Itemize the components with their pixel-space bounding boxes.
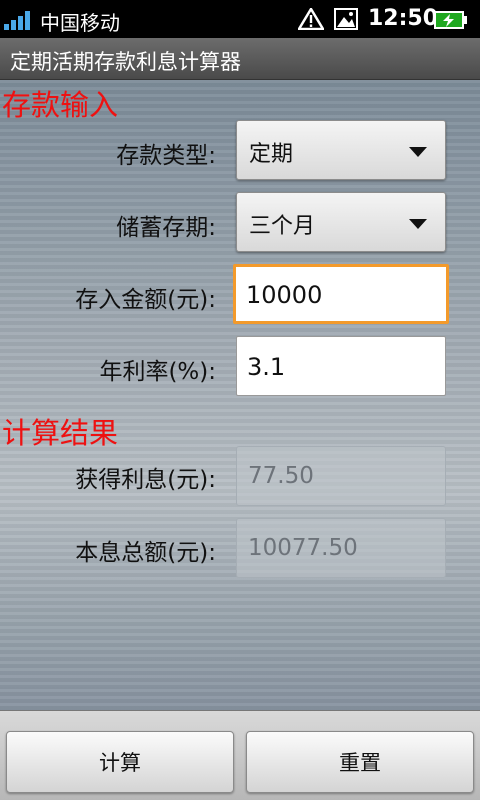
deposit-type-select[interactable]: 定期 [236,120,446,180]
result-section-title: 计算结果 [2,416,119,450]
reset-button[interactable]: 重置 [246,731,474,793]
status-bar: 中国移动 12:50 [0,0,480,38]
signal-icon [4,11,30,30]
total-output: 10077.50 [236,518,446,578]
rate-label: 年利率(%): [99,359,216,385]
term-label: 储蓄存期: [116,215,216,241]
battery-charging-icon [434,11,467,29]
amount-label: 存入金额(元): [75,287,216,313]
warning-icon [298,8,324,30]
total-value: 10077.50 [248,535,358,561]
chevron-down-icon [409,219,427,229]
interest-value: 77.50 [248,463,314,489]
interest-output: 77.50 [236,446,446,506]
term-value: 三个月 [249,214,316,239]
photo-icon [334,8,358,30]
carrier-name: 中国移动 [40,11,120,35]
term-select[interactable]: 三个月 [236,192,446,252]
clock: 12:50 [368,6,439,31]
chevron-down-icon [409,147,427,157]
total-label: 本息总额(元): [75,540,216,566]
input-section-title: 存款输入 [2,88,119,122]
app-title-bar: 定期活期存款利息计算器 [0,38,480,80]
interest-label: 获得利息(元): [75,467,216,493]
deposit-type-label: 存款类型: [116,143,216,169]
amount-value: 10000 [246,281,323,309]
amount-input[interactable]: 10000 [233,264,449,324]
rate-value: 3.1 [247,353,286,381]
deposit-type-value: 定期 [249,142,294,167]
bottom-button-bar: 计算 重置 [0,710,480,800]
app-title: 定期活期存款利息计算器 [10,50,241,74]
calculate-button[interactable]: 计算 [6,731,234,793]
main-content: 存款输入 存款类型: 定期 储蓄存期: 三个月 存入金额(元): 10000 年… [0,80,480,710]
rate-input[interactable]: 3.1 [236,336,446,396]
